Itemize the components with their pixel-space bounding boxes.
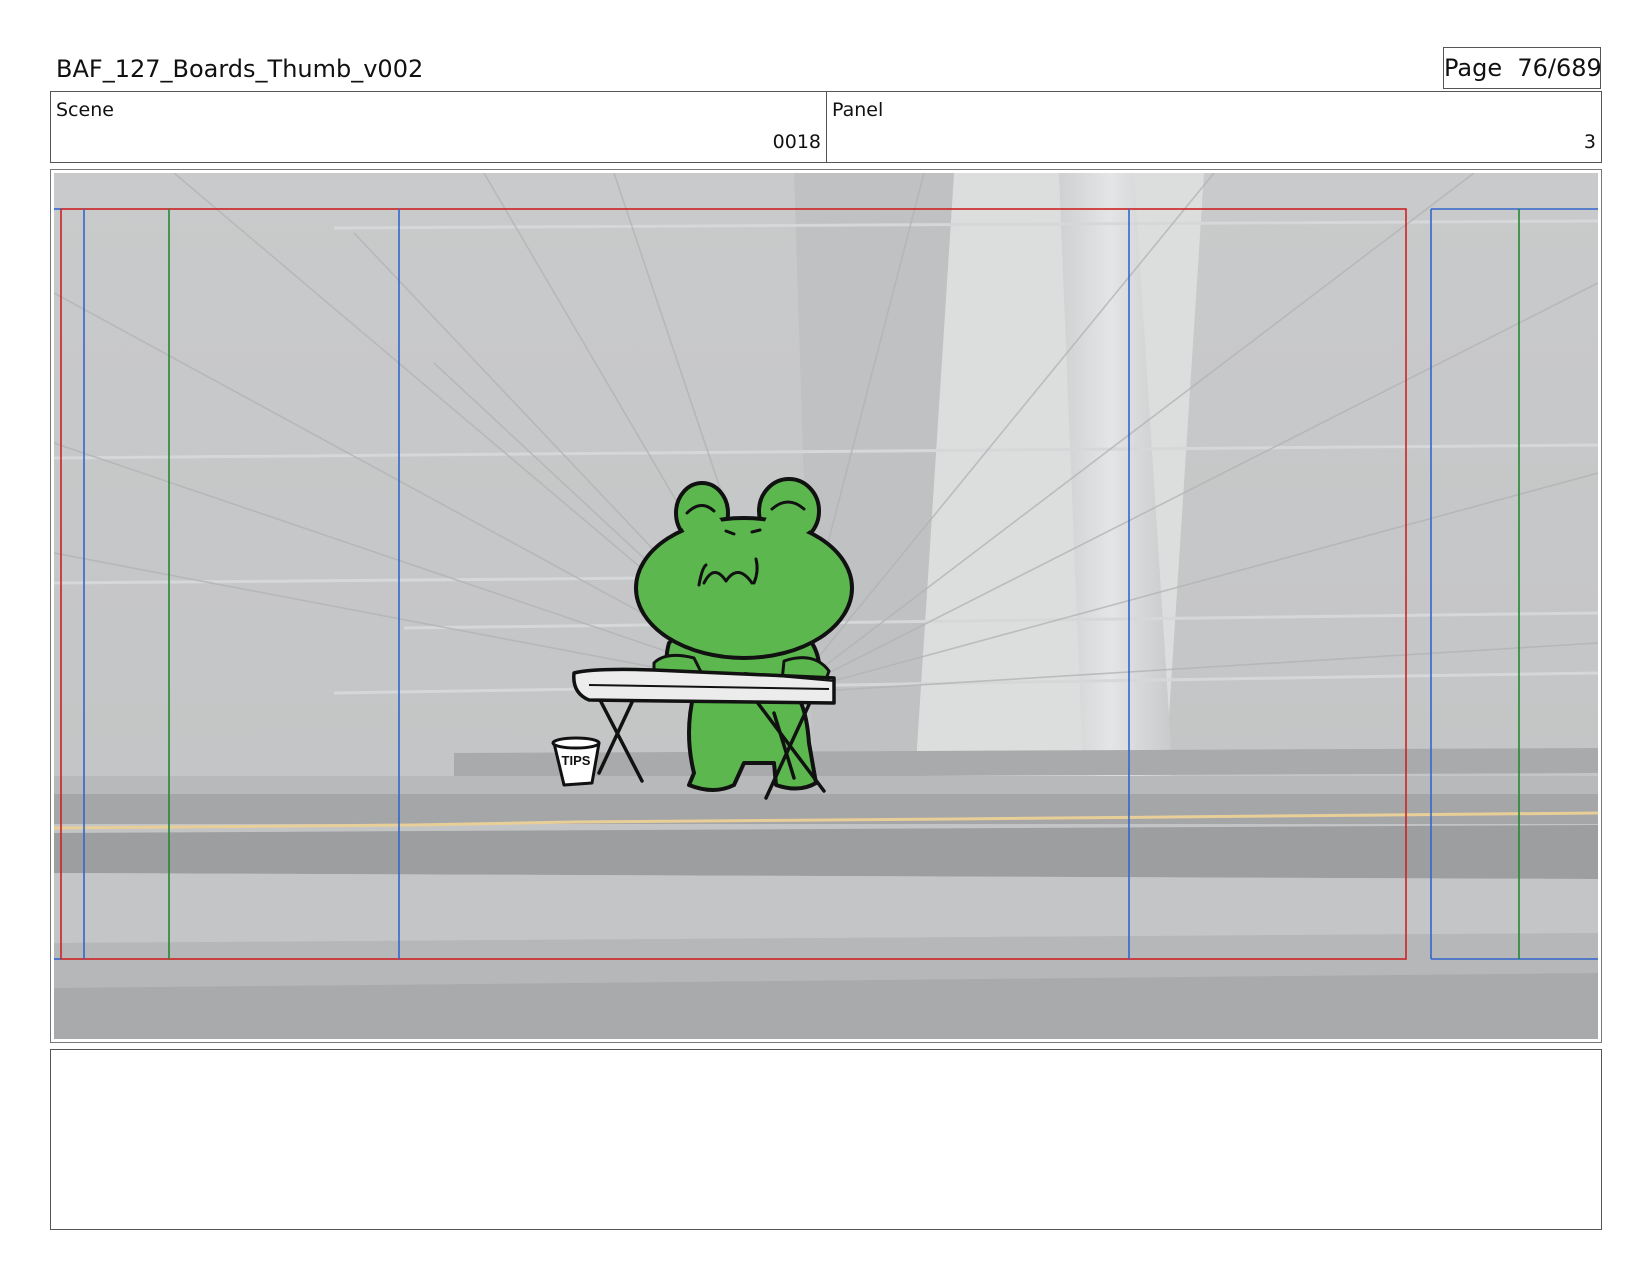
road-light	[54, 873, 1598, 943]
panel-label: Panel	[832, 99, 884, 121]
panel-number: 3	[1583, 131, 1596, 153]
scene-panel-header: Scene 0018 Panel 3	[50, 91, 1602, 163]
notes-area[interactable]	[50, 1049, 1602, 1230]
scene-number: 0018	[772, 131, 821, 153]
panel-cell: Panel 3	[827, 92, 1601, 162]
storyboard-drawing: TIPS	[54, 173, 1598, 1039]
page-number: 76/689	[1517, 54, 1602, 82]
sidewalk-edge	[54, 776, 1598, 794]
scene-label: Scene	[56, 99, 114, 121]
scene-cell: Scene 0018	[51, 92, 827, 162]
document-title: BAF_127_Boards_Thumb_v002	[56, 55, 424, 83]
storyboard-image: TIPS	[54, 173, 1598, 1039]
road-lower	[54, 825, 1598, 879]
page-label: Page	[1444, 54, 1503, 82]
page-indicator: Page 76/689	[1443, 47, 1602, 89]
storyboard-frame: TIPS	[50, 169, 1602, 1043]
tip-cup-label: TIPS	[562, 753, 591, 768]
